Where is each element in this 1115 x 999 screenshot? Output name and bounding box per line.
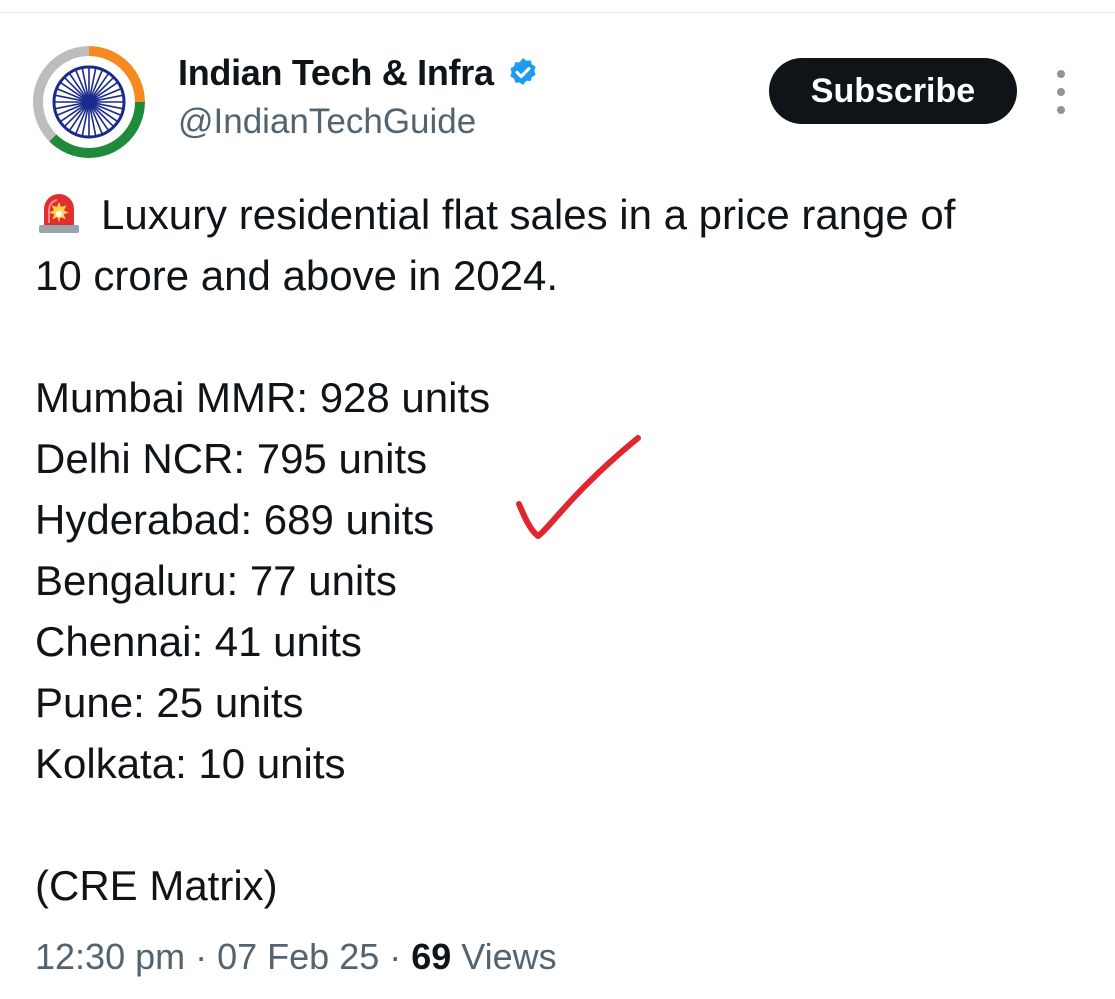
red-checkmark-icon [516, 435, 641, 539]
more-dot [1057, 106, 1065, 114]
display-name-text[interactable]: Indian Tech & Infra [178, 52, 494, 94]
tweet-intro-line-2: 10 crore and above in 2024. [35, 252, 559, 299]
sales-line-pune: Pune: 25 units [35, 679, 304, 726]
meta-separator: · [379, 936, 412, 977]
views-count: 69 [411, 936, 452, 977]
tweet-date[interactable]: 07 Feb 25 [217, 936, 379, 977]
sales-line-bengaluru: Bengaluru: 77 units [35, 557, 397, 604]
tweet-meta: 12:30 pm · 07 Feb 25 · 69 Views [35, 936, 557, 978]
user-handle[interactable]: @IndianTechGuide [178, 102, 476, 142]
sales-line-kolkata: Kolkata: 10 units [35, 740, 346, 787]
more-dot [1057, 88, 1065, 96]
tweet-source: (CRE Matrix) [35, 862, 278, 909]
sales-line-chennai: Chennai: 41 units [35, 618, 362, 665]
avatar[interactable] [33, 46, 145, 158]
meta-separator: · [185, 936, 218, 977]
verified-badge-icon [506, 56, 540, 90]
tweet-intro-text-1: Luxury residential flat sales in a price… [101, 191, 956, 238]
ashoka-chakra-icon [33, 46, 145, 158]
top-divider [0, 12, 1115, 13]
police-siren-emoji-icon [35, 187, 83, 235]
sales-line-mumbai: Mumbai MMR: 928 units [35, 374, 491, 421]
display-name[interactable]: Indian Tech & Infra [178, 52, 540, 94]
tweet-time[interactable]: 12:30 pm [35, 936, 185, 977]
tweet-intro-line-1: Luxury residential flat sales in a price… [35, 184, 1095, 245]
tweet-text: Luxury residential flat sales in a price… [35, 184, 1095, 916]
views-label: Views [451, 936, 557, 977]
more-dot [1057, 70, 1065, 78]
more-options-icon[interactable] [1048, 70, 1074, 114]
subscribe-button[interactable]: Subscribe [769, 58, 1017, 124]
